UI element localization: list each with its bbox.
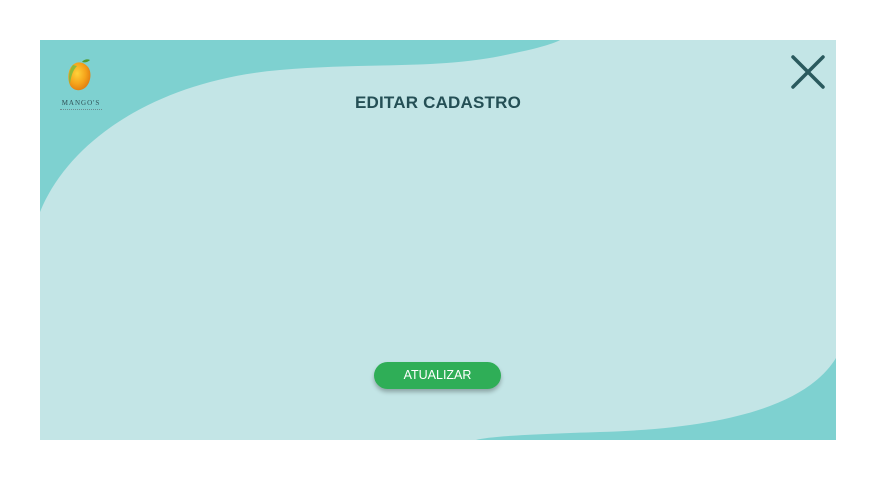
close-icon (791, 55, 825, 89)
close-button[interactable] (788, 52, 828, 92)
mango-icon (68, 59, 91, 91)
edit-registration-dialog: MANGO'S EDITAR CADASTRO ATUALIZAR (40, 40, 836, 440)
dialog-title: EDITAR CADASTRO (354, 93, 522, 112)
update-button[interactable]: ATUALIZAR (374, 362, 501, 389)
